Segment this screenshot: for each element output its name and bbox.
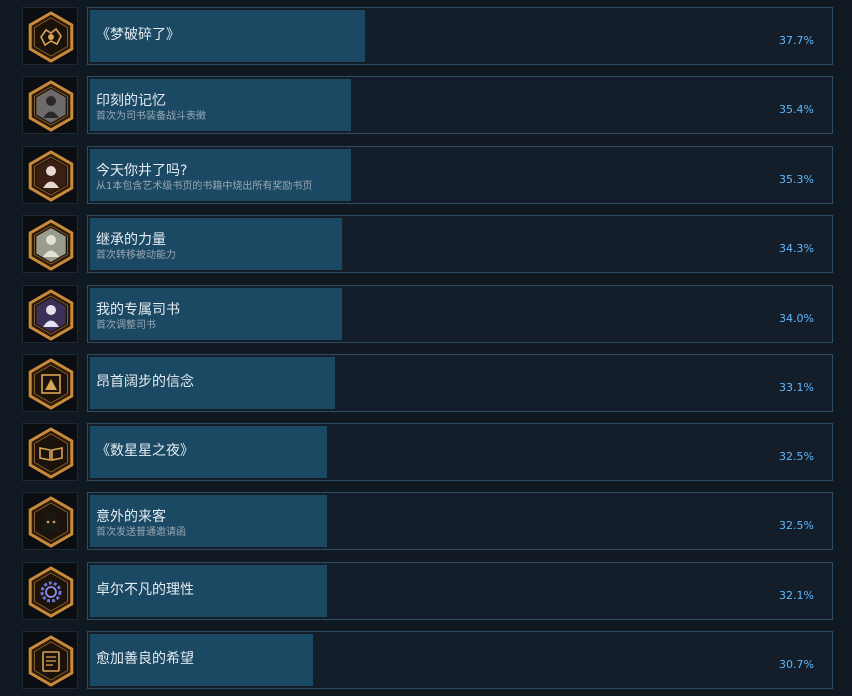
achievement-row: 我的专属司书首次调整司书 34.0% [0,285,852,343]
achievement-description: 首次转移被动能力 [96,250,176,261]
achievement-title: 愈加善良的希望 [96,651,194,667]
achievement-icon-frame [22,285,78,343]
unlock-percentage: 37.7% [779,34,814,47]
achievement-title: 意外的来客 [96,509,166,525]
achievement-row: 《梦破碎了》 37.7% [0,7,852,65]
portrait-pale-figure-icon [28,219,74,271]
achievement-icon-frame [22,7,78,65]
achievement-description: 从1本包含艺术级书页的书籍中烧出所有奖励书页 [96,181,313,192]
achievement-title: 我的专属司书 [96,302,180,318]
achievement-progress-bar: 《梦破碎了》 37.7% [87,7,833,65]
achievement-progress-bar: 印刻的记忆首次为司书装备战斗表徵 35.4% [87,76,833,134]
portrait-memory-icon [28,80,74,132]
achievement-icon-frame [22,146,78,204]
achievement-description: 首次调整司书 [96,320,156,331]
gear-icon [28,566,74,618]
unlock-percentage: 32.5% [779,450,814,463]
frame-emblem-icon [28,358,74,410]
open-book-icon [28,427,74,479]
unlock-percentage: 30.7% [779,658,814,671]
achievement-row: 卓尔不凡的理性 32.1% [0,562,852,620]
achievement-progress-bar: 我的专属司书首次调整司书 34.0% [87,285,833,343]
achievement-progress-bar: 继承的力量首次转移被动能力 34.3% [87,215,833,273]
unlock-percentage: 32.1% [779,589,814,602]
achievement-list: 《梦破碎了》 37.7% 印刻的记忆首次为司书装备战斗表徵 35.4% 今天你井了吗? 从… [0,0,852,696]
achievement-title: 卓尔不凡的理性 [96,582,194,598]
achievement-row: 印刻的记忆首次为司书装备战斗表徵 35.4% [0,76,852,134]
achievement-row: 意外的来客首次发送普通邀请函 32.5% [0,492,852,550]
portrait-dark-figure-icon [28,150,74,202]
achievement-row: 昂首阔步的信念 33.1% [0,354,852,412]
unlock-percentage: 35.4% [779,103,814,116]
dream-shatter-icon [28,11,74,63]
achievement-progress-bar: 意外的来客首次发送普通邀请函 32.5% [87,492,833,550]
achievement-progress-bar: 《数星星之夜》 32.5% [87,423,833,481]
achievement-progress-bar: 卓尔不凡的理性 32.1% [87,562,833,620]
portrait-librarian-icon [28,289,74,341]
unlock-percentage: 32.5% [779,519,814,532]
achievement-icon-frame [22,354,78,412]
achievement-title: 印刻的记忆 [96,93,166,109]
achievement-title: 《梦破碎了》 [96,27,180,43]
unlock-percentage: 34.0% [779,312,814,325]
achievement-icon-frame [22,76,78,134]
achievement-row: 继承的力量首次转移被动能力 34.3% [0,215,852,273]
unlock-percentage: 34.3% [779,242,814,255]
achievement-progress-bar: 今天你井了吗? 从1本包含艺术级书页的书籍中烧出所有奖励书页 35.3% [87,146,833,204]
achievement-progress-bar: 愈加善良的希望 30.7% [87,631,833,689]
achievement-description: 首次发送普通邀请函 [96,527,186,538]
achievement-description: 首次为司书装备战斗表徵 [96,111,206,122]
achievement-icon-frame [22,215,78,273]
unlock-percentage: 35.3% [779,173,814,186]
unlock-percentage: 33.1% [779,381,814,394]
achievement-title: 《数星星之夜》 [96,443,194,459]
scroll-page-icon [28,635,74,687]
achievement-icon-frame [22,492,78,550]
achievement-icon-frame [22,631,78,689]
achievement-title: 昂首阔步的信念 [96,374,194,390]
achievement-icon-frame [22,562,78,620]
achievement-title: 今天你井了吗? [96,163,188,179]
achievement-row: 今天你井了吗? 从1本包含艺术级书页的书籍中烧出所有奖励书页 35.3% [0,146,852,204]
achievement-row: 《数星星之夜》 32.5% [0,423,852,481]
achievement-icon-frame [22,423,78,481]
hooded-guest-icon [28,496,74,548]
achievement-title: 继承的力量 [96,232,166,248]
achievement-progress-bar: 昂首阔步的信念 33.1% [87,354,833,412]
achievement-row: 愈加善良的希望 30.7% [0,631,852,689]
